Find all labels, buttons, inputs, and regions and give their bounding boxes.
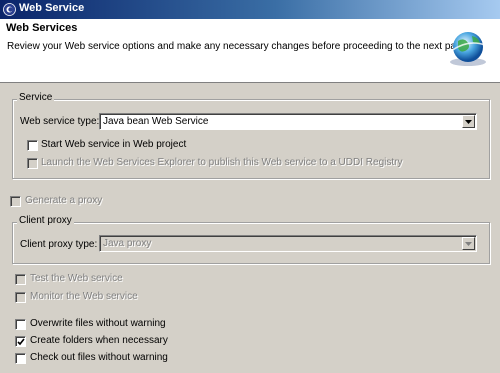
- monitor-web-service-checkbox[interactable]: [15, 292, 26, 303]
- overwrite-files-label: Overwrite files without warning: [30, 318, 166, 329]
- page-title: Web Services: [6, 22, 78, 34]
- title-bar: Web Service: [0, 0, 500, 19]
- dropdown-arrow-icon[interactable]: [462, 237, 475, 250]
- dropdown-arrow-icon[interactable]: [462, 115, 475, 128]
- page-description: Review your Web service options and make…: [7, 41, 470, 52]
- client-proxy-type-dropdown[interactable]: Java proxy: [99, 235, 477, 252]
- overwrite-files-checkbox[interactable]: [15, 319, 26, 330]
- monitor-web-service-label: Monitor the Web service: [30, 291, 138, 302]
- client-proxy-group-legend: Client proxy: [17, 215, 74, 226]
- service-group-legend: Service: [17, 92, 55, 103]
- web-service-type-dropdown[interactable]: Java bean Web Service: [99, 113, 477, 130]
- client-proxy-type-label: Client proxy type:: [20, 239, 98, 250]
- web-service-type-value: Java bean Web Service: [103, 116, 209, 127]
- check-out-files-checkbox[interactable]: [15, 353, 26, 364]
- test-web-service-checkbox[interactable]: [15, 274, 26, 285]
- generate-proxy-checkbox[interactable]: [10, 196, 21, 207]
- window-title: Web Service: [19, 2, 85, 14]
- test-web-service-label: Test the Web service: [30, 273, 123, 284]
- start-web-service-checkbox[interactable]: [27, 140, 38, 151]
- generate-proxy-label: Generate a proxy: [25, 195, 103, 206]
- eclipse-icon: [3, 3, 16, 19]
- launch-explorer-checkbox[interactable]: [27, 158, 38, 169]
- launch-explorer-label: Launch the Web Services Explorer to publ…: [41, 157, 403, 168]
- check-out-files-label: Check out files without warning: [30, 352, 168, 363]
- start-web-service-label: Start Web service in Web project: [41, 139, 187, 150]
- create-folders-checkbox[interactable]: [15, 336, 26, 347]
- checkmark-icon: [17, 338, 25, 346]
- web-service-type-label: Web service type:: [20, 116, 100, 127]
- client-proxy-type-value: Java proxy: [103, 238, 152, 249]
- create-folders-label: Create folders when necessary: [30, 335, 168, 346]
- web-service-globe-icon: [446, 27, 490, 70]
- wizard-header: Web Services Review your Web service opt…: [0, 19, 500, 83]
